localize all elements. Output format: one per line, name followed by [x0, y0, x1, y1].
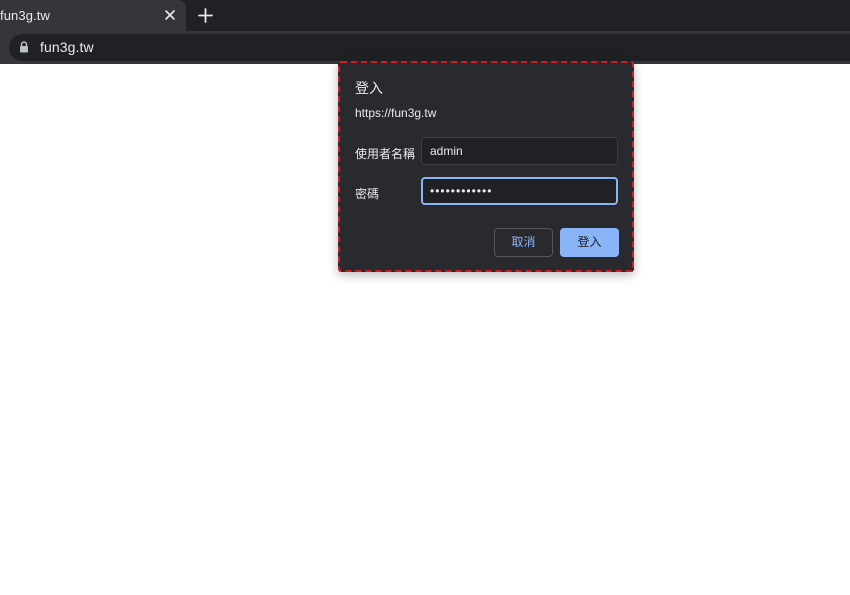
browser-tab[interactable]: fun3g.tw	[0, 0, 186, 31]
close-icon[interactable]	[160, 5, 180, 25]
plus-icon[interactable]	[195, 5, 216, 26]
username-input[interactable]	[421, 137, 618, 165]
login-button[interactable]: 登入	[560, 228, 619, 257]
browser-toolbar: fun3g.tw	[0, 31, 850, 64]
tab-strip: fun3g.tw	[0, 0, 850, 31]
tab-title: fun3g.tw	[0, 8, 50, 23]
sign-in-dialog: 登入 https://fun3g.tw 使用者名稱 密碼 取消 登入	[338, 61, 634, 272]
dialog-origin: https://fun3g.tw	[355, 106, 437, 120]
cancel-button[interactable]: 取消	[494, 228, 553, 257]
username-label: 使用者名稱	[355, 147, 416, 161]
password-input[interactable]	[421, 177, 618, 205]
password-label: 密碼	[355, 187, 380, 201]
address-bar[interactable]: fun3g.tw	[9, 34, 850, 61]
url-text[interactable]: fun3g.tw	[40, 39, 94, 55]
lock-icon[interactable]	[19, 41, 29, 53]
dialog-title: 登入	[355, 80, 383, 96]
